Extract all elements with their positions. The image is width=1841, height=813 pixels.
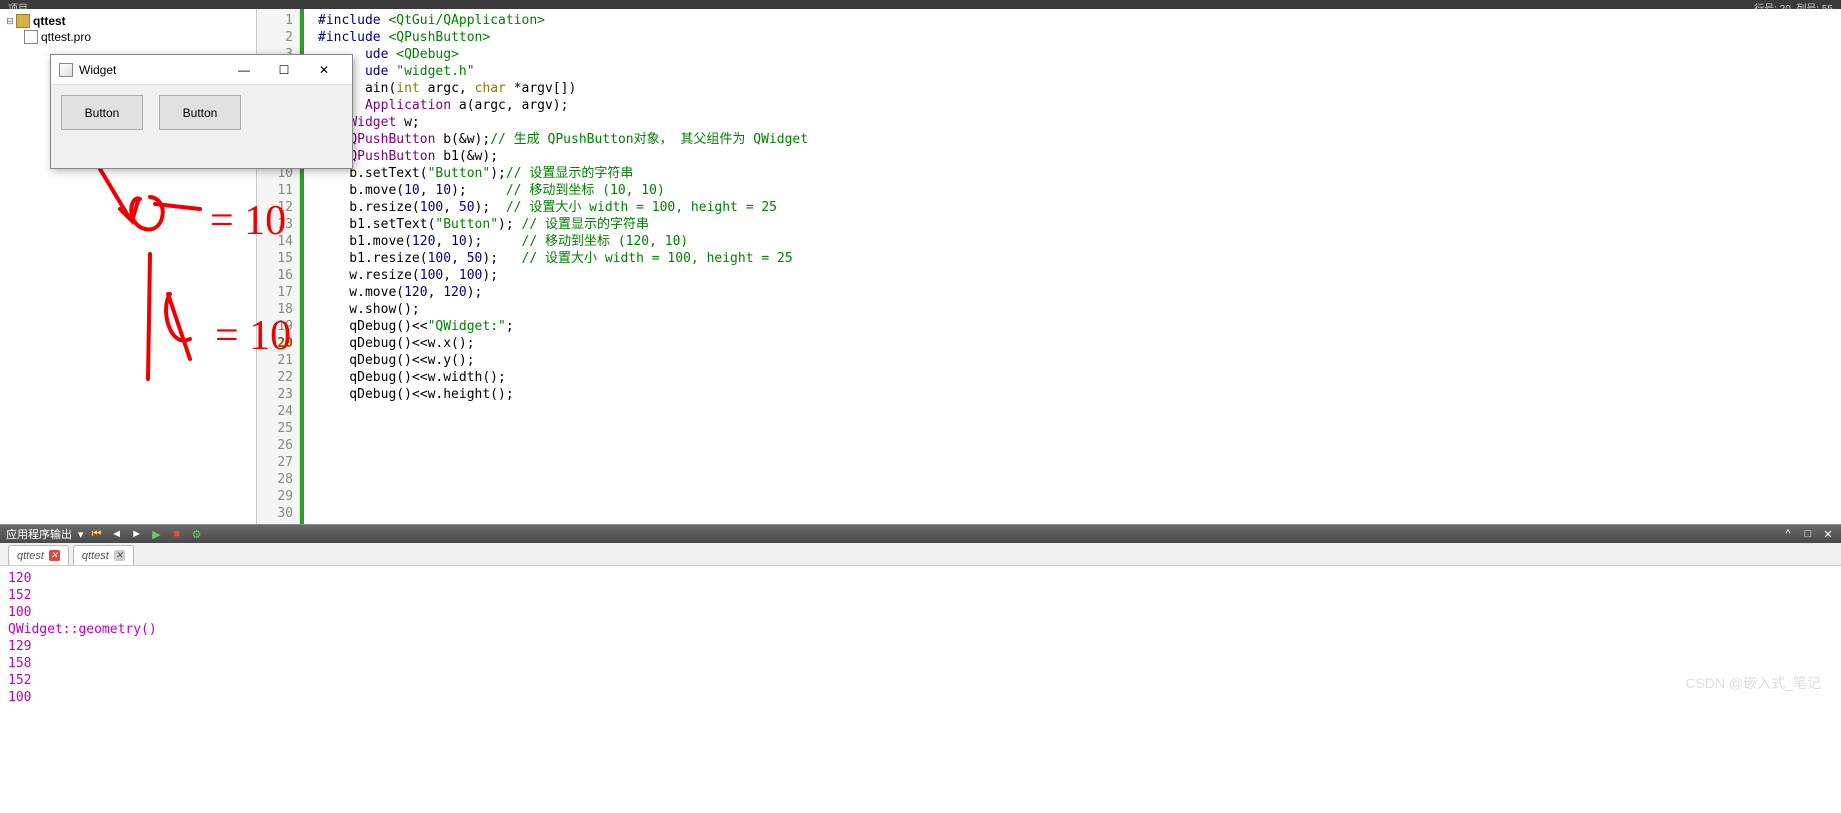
tree-item[interactable]: qttest.pro <box>0 29 256 45</box>
expand-icon[interactable]: ⊟ <box>4 16 16 27</box>
close-button[interactable]: ✕ <box>304 56 344 84</box>
cursor-position: 行号: 20, 列号: 55 <box>1754 0 1833 9</box>
file-name: qttest.pro <box>41 30 91 44</box>
close-tab-icon[interactable]: ✕ <box>114 550 125 561</box>
output-console[interactable]: 120152100QWidget::geometry()129158152100 <box>0 566 1841 716</box>
nav-first-icon[interactable]: ⏮ <box>90 527 104 541</box>
panel-close-icon[interactable]: ✕ <box>1821 527 1835 541</box>
project-name: qttest <box>33 14 66 28</box>
code-content[interactable]: #include <QtGui/QApplication>#include <Q… <box>304 9 1841 524</box>
dropdown-icon[interactable]: ▾ <box>78 528 84 541</box>
stop-icon[interactable]: ■ <box>170 527 184 541</box>
menubar: 项目 行号: 20, 列号: 55 <box>0 0 1841 9</box>
attach-icon[interactable]: ⚙ <box>190 527 204 541</box>
nav-next-icon[interactable]: ► <box>130 527 144 541</box>
panel-menu-icon[interactable]: ^ <box>1781 527 1795 541</box>
push-button-1[interactable]: Button <box>61 95 143 130</box>
window-body: Button Button <box>51 85 352 140</box>
output-tab[interactable]: qttest✕ <box>8 545 69 565</box>
maximize-button[interactable]: ☐ <box>264 56 304 84</box>
push-button-2[interactable]: Button <box>159 95 241 130</box>
app-icon <box>59 63 73 77</box>
output-tab[interactable]: qttest✕ <box>73 545 134 565</box>
menubar-left: 项目 <box>8 0 28 9</box>
project-tree[interactable]: ⊟ qttest qttest.pro Widget ― ☐ ✕ Button … <box>0 9 257 524</box>
code-editor[interactable]: 1234567891011121314151617181920212223242… <box>257 9 1841 524</box>
output-title: 应用程序输出 <box>6 526 72 542</box>
panel-maximize-icon[interactable]: □ <box>1801 527 1815 541</box>
project-icon <box>16 14 30 28</box>
output-tab-bar[interactable]: qttest✕qttest✕ <box>0 543 1841 566</box>
nav-prev-icon[interactable]: ◄ <box>110 527 124 541</box>
output-panel: 应用程序输出 ▾ ⏮ ◄ ► ▶ ■ ⚙ ^ □ ✕ qttest✕qttest… <box>0 524 1841 716</box>
tree-root[interactable]: ⊟ qttest <box>0 13 256 29</box>
output-header[interactable]: 应用程序输出 ▾ ⏮ ◄ ► ▶ ■ ⚙ ^ □ ✕ <box>0 525 1841 543</box>
close-tab-icon[interactable]: ✕ <box>49 550 60 561</box>
file-icon <box>24 30 38 44</box>
minimize-button[interactable]: ― <box>224 56 264 84</box>
widget-window[interactable]: Widget ― ☐ ✕ Button Button <box>50 54 353 169</box>
window-title: Widget <box>79 63 224 77</box>
watermark: CSDN @嵌入式_笔记 <box>1685 673 1821 693</box>
window-titlebar[interactable]: Widget ― ☐ ✕ <box>51 55 352 85</box>
run-icon[interactable]: ▶ <box>150 527 164 541</box>
